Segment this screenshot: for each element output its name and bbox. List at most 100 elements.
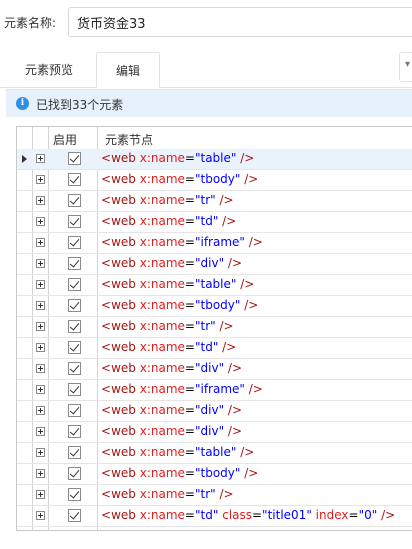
enable-checkbox[interactable] xyxy=(68,362,81,375)
tab-preview[interactable]: 元素预览 xyxy=(12,52,86,88)
enable-checkbox[interactable] xyxy=(68,215,81,228)
expand-plus-icon[interactable] xyxy=(36,469,45,478)
element-node: <web x:name="div" /> xyxy=(101,424,242,438)
node-equals: = xyxy=(184,487,195,501)
table-row[interactable]: <web x:name="td" /> xyxy=(17,338,412,359)
enable-checkbox[interactable] xyxy=(68,320,81,333)
node-equals: = xyxy=(184,319,195,333)
node-attr-name: index xyxy=(315,508,349,522)
enable-checkbox[interactable] xyxy=(68,383,81,396)
expand-plus-icon[interactable] xyxy=(36,406,45,415)
node-open-bracket: < xyxy=(101,172,112,186)
expand-plus-icon[interactable] xyxy=(36,280,45,289)
info-banner: i 已找到33个元素 xyxy=(6,89,412,117)
table-row[interactable]: <web x:name="iframe" /> xyxy=(17,380,412,401)
expand-plus-icon[interactable] xyxy=(36,343,45,352)
table-row[interactable]: <web x:name="td" class="title01" index="… xyxy=(17,506,412,527)
enable-checkbox[interactable] xyxy=(68,446,81,459)
table-row[interactable]: <web x:name="div" /> xyxy=(17,254,412,275)
table-row[interactable]: <web x:name="table" /> xyxy=(17,275,412,296)
expand-plus-icon[interactable] xyxy=(36,175,45,184)
table-row[interactable]: <web x:name="table" /> xyxy=(17,149,412,170)
node-close-bracket: /> xyxy=(240,298,259,312)
node-tag: web xyxy=(111,235,136,249)
expand-plus-icon[interactable] xyxy=(36,238,45,247)
table-row[interactable]: <web x:name="table" /> xyxy=(17,443,412,464)
expand-plus-icon[interactable] xyxy=(36,490,45,499)
table-row[interactable]: <web x:name="iframe" /> xyxy=(17,233,412,254)
table-row[interactable]: <web x:name="tr" /> xyxy=(17,485,412,506)
table-row[interactable]: <web x:name="tbody" /> xyxy=(17,296,412,317)
table-row[interactable]: <web x:name="div" /> xyxy=(17,359,412,380)
enable-checkbox[interactable] xyxy=(68,341,81,354)
node-equals: = xyxy=(348,508,359,522)
node-open-bracket: < xyxy=(101,424,112,438)
node-tag: web xyxy=(111,361,136,375)
expand-plus-icon[interactable] xyxy=(36,385,45,394)
enable-checkbox[interactable] xyxy=(68,404,81,417)
enable-checkbox[interactable] xyxy=(68,299,81,312)
node-close-bracket: /> xyxy=(224,361,243,375)
node-name-value: table xyxy=(200,445,231,459)
table-row[interactable]: <web x:name="tbody" /> xyxy=(17,170,412,191)
expand-plus-icon[interactable] xyxy=(36,364,45,373)
node-equals: = xyxy=(184,403,195,417)
node-name-value: table xyxy=(200,151,231,165)
expand-plus-icon[interactable] xyxy=(36,259,45,268)
element-name-input[interactable] xyxy=(68,7,412,37)
element-node: <web x:name="div" /> xyxy=(101,361,242,375)
expand-plus-icon[interactable] xyxy=(36,154,45,163)
node-close-bracket: /> xyxy=(215,487,234,501)
expand-plus-icon[interactable] xyxy=(36,448,45,457)
node-tag: web xyxy=(111,382,136,396)
table-row[interactable]: <web x:name="tr" /> xyxy=(17,317,412,338)
node-close-bracket: /> xyxy=(215,319,234,333)
node-attr-name: x:name xyxy=(139,487,185,501)
tab-bar: 元素预览 编辑 xyxy=(0,52,412,88)
node-name-value: tbody xyxy=(200,298,235,312)
checkmark-icon xyxy=(69,299,80,310)
node-tag: web xyxy=(111,508,136,522)
table-row[interactable]: <web x:name="div" /> xyxy=(17,422,412,443)
tab-edit[interactable]: 编辑 xyxy=(96,52,160,88)
node-attr-name: x:name xyxy=(139,193,185,207)
enable-checkbox[interactable] xyxy=(68,488,81,501)
enable-checkbox[interactable] xyxy=(68,194,81,207)
enable-checkbox[interactable] xyxy=(68,425,81,438)
expand-plus-icon[interactable] xyxy=(36,301,45,310)
node-attr-value: title01 xyxy=(267,508,307,522)
node-tag: web xyxy=(111,151,136,165)
checkmark-icon xyxy=(69,173,80,184)
node-name-value: div xyxy=(200,424,219,438)
element-name-row: 元素名称: xyxy=(0,0,412,44)
node-open-bracket: < xyxy=(101,382,112,396)
node-open-bracket: < xyxy=(101,277,112,291)
node-equals: = xyxy=(184,256,195,270)
enable-checkbox[interactable] xyxy=(68,173,81,186)
node-equals: = xyxy=(184,277,195,291)
checkmark-icon xyxy=(69,152,80,163)
expand-plus-icon[interactable] xyxy=(36,217,45,226)
node-close-bracket: /> xyxy=(240,466,259,480)
column-header-node[interactable]: 元素节点 xyxy=(105,131,153,148)
enable-checkbox[interactable] xyxy=(68,467,81,480)
enable-checkbox[interactable] xyxy=(68,257,81,270)
expand-plus-icon[interactable] xyxy=(36,322,45,331)
enable-checkbox[interactable] xyxy=(68,236,81,249)
node-name-value: td xyxy=(200,340,213,354)
enable-checkbox[interactable] xyxy=(68,278,81,291)
table-row[interactable]: <web x:name="tbody" /> xyxy=(17,464,412,485)
tab-dropdown-button[interactable]: ▾ xyxy=(399,52,412,82)
enable-checkbox[interactable] xyxy=(68,152,81,165)
column-header-enabled[interactable]: 启用 xyxy=(53,131,77,148)
expand-plus-icon[interactable] xyxy=(36,511,45,520)
expand-plus-icon[interactable] xyxy=(36,427,45,436)
table-row[interactable]: <web x:name="div" /> xyxy=(17,401,412,422)
expand-plus-icon[interactable] xyxy=(36,196,45,205)
element-node: <web x:name="iframe" /> xyxy=(101,382,263,396)
node-name-value: td xyxy=(200,508,213,522)
table-row[interactable]: <web x:name="td" /> xyxy=(17,212,412,233)
table-row[interactable]: <web x:name="tr" /> xyxy=(17,191,412,212)
node-name-value: table xyxy=(200,277,231,291)
enable-checkbox[interactable] xyxy=(68,509,81,522)
